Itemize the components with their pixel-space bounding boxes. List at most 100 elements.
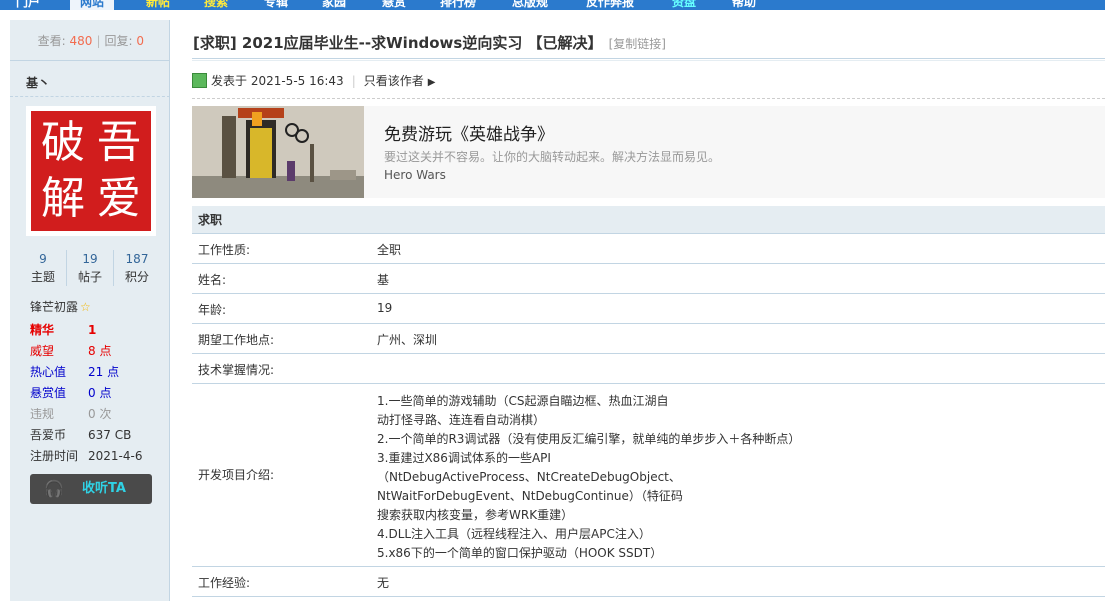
table-row: 姓名: 基 (192, 264, 1105, 294)
views-count: 480 (69, 34, 93, 48)
nav-item-plate[interactable]: 资盘 (672, 0, 696, 10)
prop-key: 注册时间 (30, 449, 79, 463)
nav-item-report[interactable]: 反作弊报 (586, 0, 634, 10)
prop-prestige: 威望 8 点 (30, 343, 170, 359)
prop-value: 0 次 (88, 407, 112, 421)
star-icon: ☆ (80, 300, 91, 314)
nav-item-reward[interactable]: 悬赏 (382, 0, 406, 10)
table-row: 工作性质: 全职 (192, 234, 1105, 264)
nav-item-new[interactable]: 新帖 (146, 0, 170, 10)
prop-value: 0 点 (88, 386, 112, 400)
divider (10, 60, 170, 61)
counter-points[interactable]: 187 积分 (114, 250, 160, 286)
author-name[interactable]: 基丶 (26, 74, 50, 91)
prop-key: 热心值 (30, 365, 67, 379)
author-counters: 9 主题 19 帖子 187 积分 (20, 250, 160, 286)
table-row: 技术掌握情况: (192, 354, 1105, 384)
nav-item-site[interactable]: 网站 (70, 0, 115, 10)
row-value: 基 (377, 273, 390, 287)
prop-key: 威望 (30, 344, 55, 358)
thread-main: [求职] 2021应届毕业生--求Windows逆向实习 【已解决】 [复制链接]… (176, 20, 1105, 601)
prop-value: 637 CB (88, 428, 132, 442)
avatar-char: 破 (41, 117, 85, 168)
counter-posts[interactable]: 19 帖子 (67, 250, 114, 286)
thread-stats: 查看: 480 | 回复: 0 (37, 34, 144, 48)
table-row: 开发项目介绍: 1.一些简单的游戏辅助（CS起源自瞄边框、热血江湖自 动打怪寻路… (192, 384, 1105, 567)
row-key: 开发项目介绍: (198, 468, 275, 482)
prop-value: 21 点 (88, 365, 120, 379)
nav-item-ranking[interactable]: 排行榜 (440, 0, 476, 10)
row-value: 无 (377, 576, 390, 590)
ad-brand: Hero Wars (384, 168, 446, 182)
nav-item-portal[interactable]: 门户 (16, 0, 40, 10)
post-meta: 发表于 2021-5-5 16:43 | 只看该作者 ▶ (192, 72, 435, 89)
prop-key: 悬赏值 (30, 386, 67, 400)
ad-banner[interactable]: 免费游玩《英雄战争》 要过这关并不容易。让你的大脑转动起来。解决方法显而易见。 … (192, 106, 1105, 198)
table-row: 年龄: 19 (192, 294, 1105, 324)
top-nav: 门户 网站 新帖 搜索 专辑 家园 悬赏 排行榜 总版规 反作弊报 资盘 帮助 (0, 0, 1105, 10)
prop-enthusiasm: 热心值 21 点 (30, 364, 170, 380)
divider (192, 98, 1105, 99)
rank-label: 锋芒初露 (30, 300, 79, 314)
author-sidebar: 查看: 480 | 回复: 0 基丶 破 吾 解 爱 9 主题 19 帖子 187 … (10, 20, 170, 601)
row-key: 技术掌握情况: (198, 363, 275, 377)
chevron-right-icon: ▶ (427, 77, 436, 88)
ad-image[interactable] (192, 106, 364, 198)
prop-key: 违规 (30, 407, 55, 421)
prop-value: 1 (88, 323, 97, 337)
online-status-icon (192, 73, 207, 88)
row-key: 姓名: (198, 273, 227, 287)
views-label: 查看: (37, 34, 66, 48)
counter-value: 19 (82, 252, 98, 266)
copy-link[interactable]: [复制链接] (609, 37, 666, 51)
prop-value: 2021-4-6 (88, 449, 143, 463)
row-value: 全职 (377, 243, 402, 257)
follow-button-label: 收听TA (82, 481, 126, 496)
replies-count: 0 (136, 34, 144, 48)
avatar-char: 解 (41, 173, 85, 224)
job-table: 求职 工作性质: 全职 姓名: 基 年龄: 19 期望工作地点: 广州、深圳 技… (192, 206, 1105, 597)
job-table-header: 求职 (192, 206, 1105, 234)
prop-register-time: 注册时间 2021-4-6 (30, 448, 170, 464)
prop-bounty: 悬赏值 0 点 (30, 385, 170, 401)
author-only-link[interactable]: 只看该作者 (364, 74, 424, 88)
row-key: 工作性质: (198, 243, 251, 257)
thread-title-text: [求职] 2021应届毕业生--求Windows逆向实习 【已解决】 (193, 34, 603, 52)
prop-key: 吾爱币 (30, 428, 67, 442)
follow-button[interactable]: 🎧 收听TA (30, 474, 152, 504)
counter-label: 积分 (124, 270, 149, 284)
prop-coins: 吾爱币 637 CB (30, 427, 170, 443)
counter-label: 帖子 (77, 270, 102, 284)
counter-value: 187 (125, 252, 149, 266)
nav-item-help[interactable]: 帮助 (732, 0, 756, 10)
row-key: 期望工作地点: (198, 333, 275, 347)
nav-item-search[interactable]: 搜索 (204, 0, 228, 10)
row-key: 年龄: (198, 303, 227, 317)
prop-violations: 违规 0 次 (30, 406, 170, 422)
counter-label: 主题 (30, 270, 55, 284)
divider (192, 58, 1105, 59)
avatar-char: 吾 (97, 117, 141, 168)
row-value: 广州、深圳 (377, 333, 438, 347)
divider (10, 96, 170, 97)
prop-essence: 精华 1 (30, 322, 170, 338)
table-row: 工作经验: 无 (192, 567, 1105, 597)
ad-title[interactable]: 免费游玩《英雄战争》 (384, 120, 554, 145)
avatar-char: 爱 (97, 173, 141, 224)
row-value: 1.一些简单的游戏辅助（CS起源自瞄边框、热血江湖自 动打怪寻路、连连看自动消棋… (377, 394, 801, 560)
row-key: 工作经验: (198, 576, 251, 590)
nav-item-album[interactable]: 专辑 (264, 0, 288, 10)
ad-description: 要过这关并不容易。让你的大脑转动起来。解决方法显而易见。 (384, 150, 721, 164)
table-row: 期望工作地点: 广州、深圳 (192, 324, 1105, 354)
avatar[interactable]: 破 吾 解 爱 (26, 106, 156, 236)
user-rank: 锋芒初露 ☆ (30, 298, 91, 315)
prop-key: 精华 (30, 323, 55, 337)
post-date: 发表于 2021-5-5 16:43 (211, 74, 344, 88)
counter-threads[interactable]: 9 主题 (20, 250, 67, 286)
nav-item-home[interactable]: 家园 (322, 0, 346, 10)
headphones-icon: 🎧 (44, 479, 64, 498)
prop-value: 8 点 (88, 344, 112, 358)
nav-item-rules[interactable]: 总版规 (512, 0, 548, 10)
thread-title: [求职] 2021应届毕业生--求Windows逆向实习 【已解决】 [复制链接] (193, 32, 666, 53)
replies-label: 回复: (104, 34, 133, 48)
